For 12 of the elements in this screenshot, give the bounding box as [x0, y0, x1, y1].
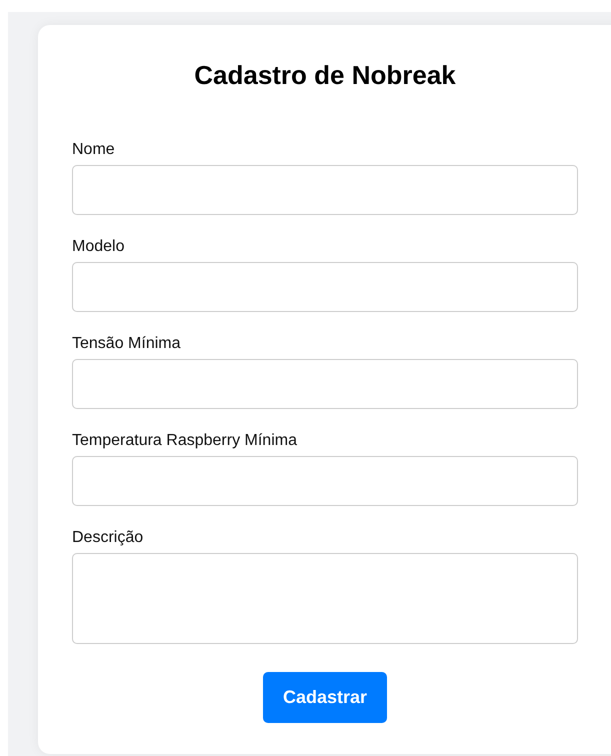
submit-button[interactable]: Cadastrar [263, 672, 387, 723]
field-label: Temperatura Raspberry Mínima [72, 431, 297, 451]
input-field[interactable] [72, 262, 578, 312]
field-label: Modelo [72, 237, 124, 257]
field-label: Descrição [72, 528, 144, 548]
field-label: Nome [72, 140, 115, 160]
input-field[interactable] [72, 359, 578, 409]
field-label: Tensão Mínima [72, 334, 180, 354]
form-title: Cadastro de Nobreak [193, 60, 457, 90]
text-area[interactable] [72, 553, 578, 644]
input-field[interactable] [72, 165, 578, 215]
input-field[interactable] [72, 456, 578, 506]
